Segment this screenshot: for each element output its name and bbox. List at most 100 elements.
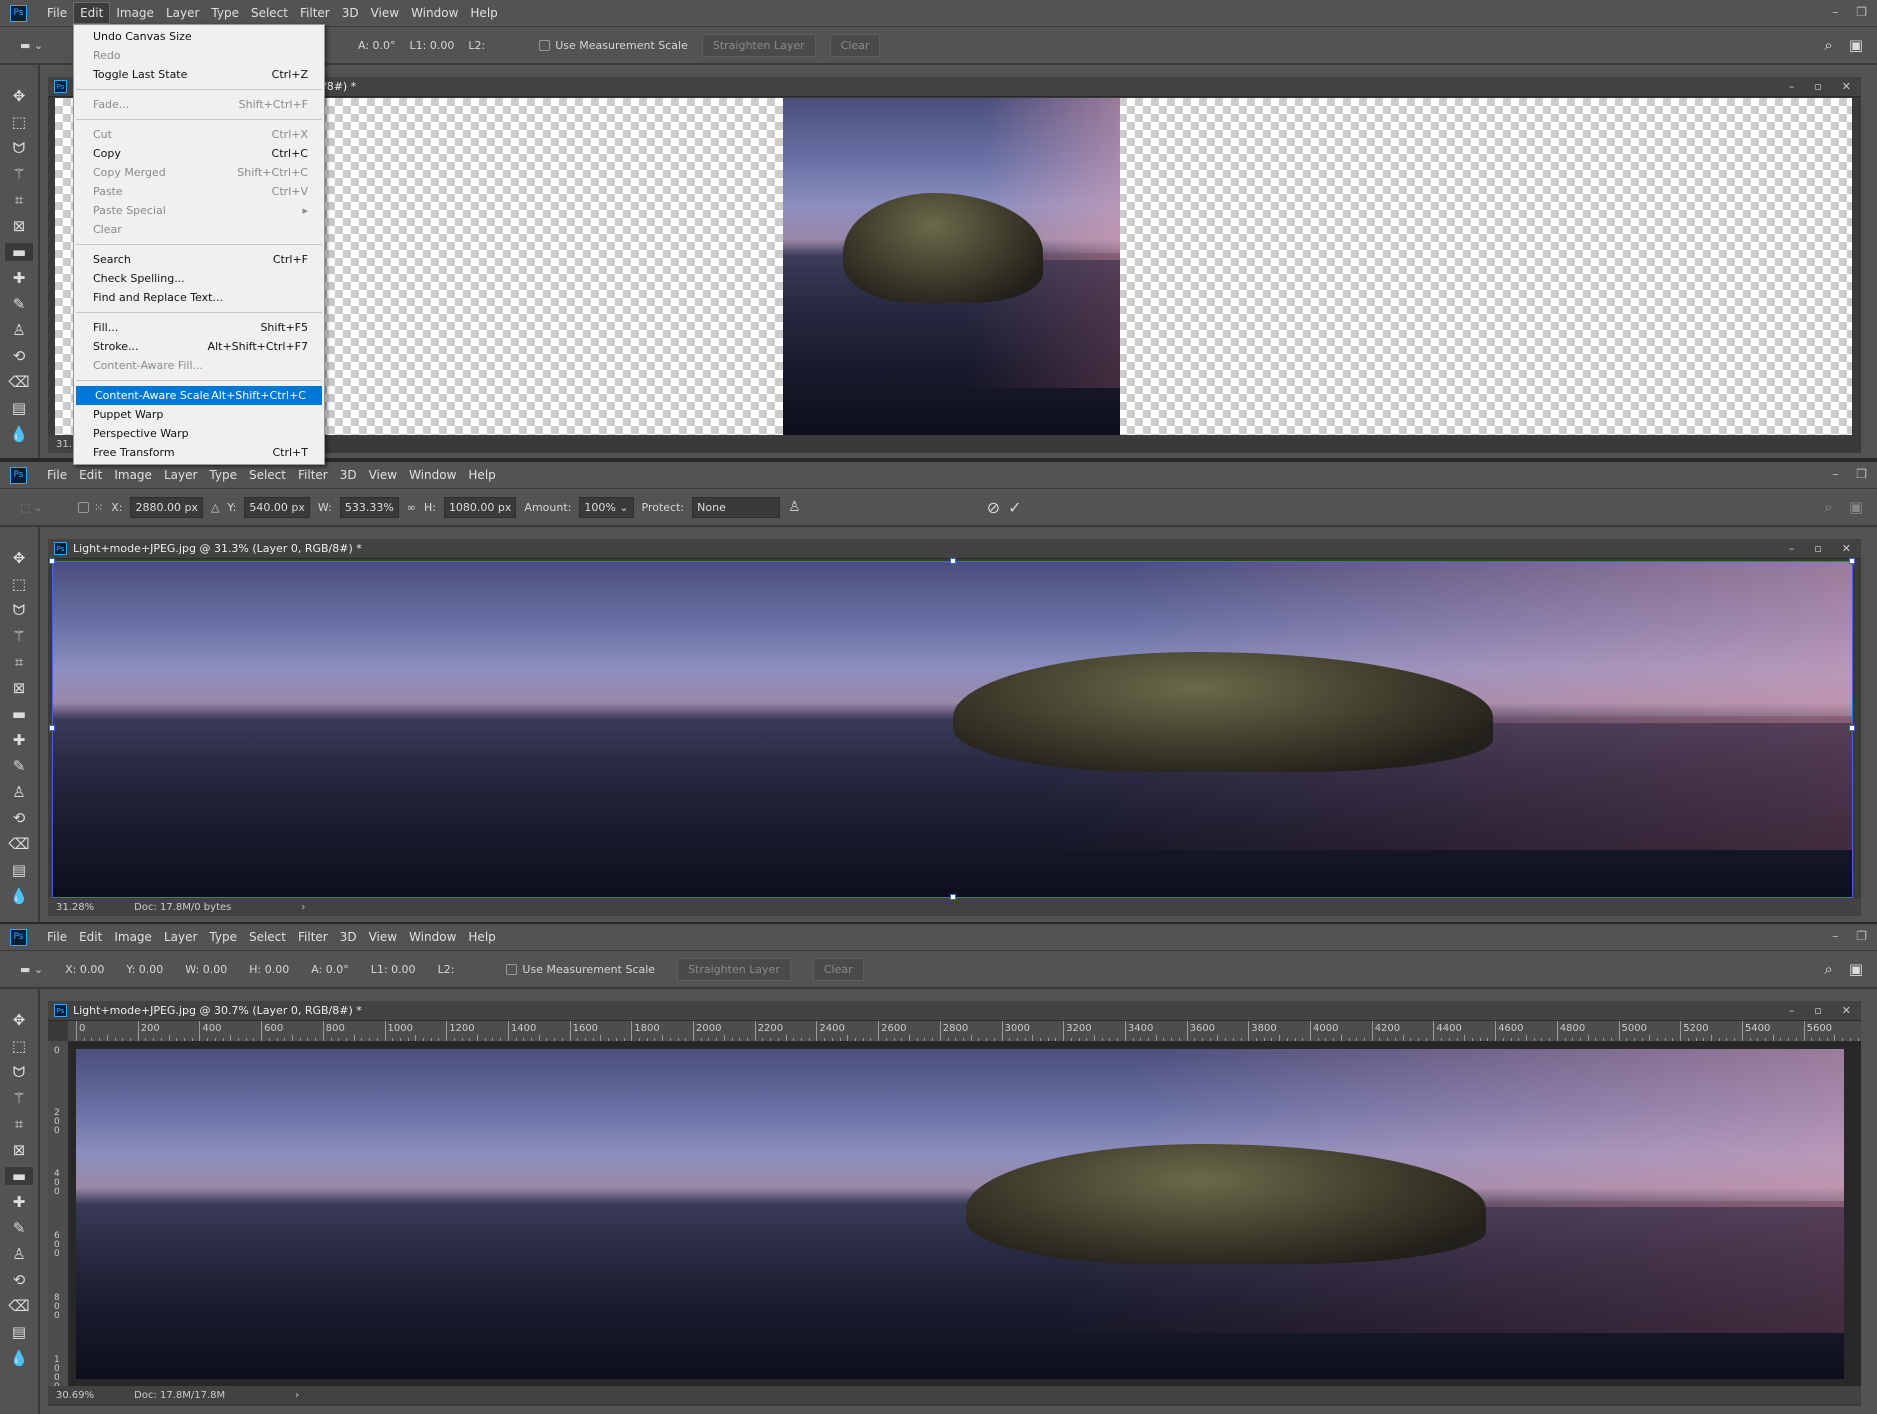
workspace-icon[interactable]: ▣ — [1849, 960, 1863, 978]
menu-type[interactable]: Type — [203, 927, 243, 947]
link-icon[interactable]: ∞ — [407, 501, 416, 514]
menu-select[interactable]: Select — [243, 927, 292, 947]
menu-layer[interactable]: Layer — [158, 927, 203, 947]
brush-tool-icon[interactable]: ✎ — [5, 757, 33, 775]
use-measurement-scale-checkbox[interactable]: Use Measurement Scale — [506, 963, 655, 976]
menu-item-copy-merged[interactable]: Copy Merged Shift+Ctrl+C — [74, 163, 324, 182]
maximize-icon[interactable]: ▫ — [1814, 542, 1821, 555]
lasso-tool-icon[interactable]: ᗢ — [5, 601, 33, 619]
healing-tool-icon[interactable]: ✚ — [5, 1193, 33, 1211]
transform-tool-icon[interactable]: ⬚ ⌄ — [20, 501, 70, 514]
menu-help[interactable]: Help — [462, 465, 501, 485]
ruler-tool-icon[interactable]: ▬ ⌄ — [20, 39, 60, 52]
cancel-transform-icon[interactable]: ⊘ — [987, 498, 1000, 517]
x-field[interactable]: 2880.00 px — [130, 496, 203, 518]
move-tool-icon[interactable]: ✥ — [5, 1011, 33, 1029]
menu-type[interactable]: Type — [203, 465, 243, 485]
stamp-tool-icon[interactable]: ♙ — [5, 321, 33, 339]
menu-item-puppet-warp[interactable]: Puppet Warp — [74, 405, 324, 424]
transform-handle[interactable] — [950, 894, 956, 900]
marquee-tool-icon[interactable]: ⬚ — [5, 113, 33, 131]
status-arrow-icon[interactable]: › — [295, 1390, 299, 1401]
width-field[interactable]: 533.33% — [339, 496, 399, 518]
blur-tool-icon[interactable]: 💧 — [5, 887, 33, 905]
eraser-tool-icon[interactable]: ⌫ — [5, 373, 33, 391]
menu-item-clear[interactable]: Clear — [74, 220, 324, 239]
menu-item-search[interactable]: Search Ctrl+F — [74, 250, 324, 269]
menu-filter[interactable]: Filter — [292, 465, 334, 485]
minimize-icon[interactable]: – — [1832, 929, 1838, 943]
ruler-tool-icon[interactable]: ▬ — [5, 705, 33, 723]
menu-item-find-and-replace-text[interactable]: Find and Replace Text... — [74, 288, 324, 307]
magic-wand-tool-icon[interactable]: ⚚ — [5, 627, 33, 645]
y-field[interactable]: 540.00 px — [244, 496, 310, 518]
transform-handle[interactable] — [950, 558, 956, 564]
menu-item-paste[interactable]: Paste Ctrl+V — [74, 182, 324, 201]
menu-filter[interactable]: Filter — [294, 3, 336, 23]
gradient-tool-icon[interactable]: ▤ — [5, 399, 33, 417]
menu-select[interactable]: Select — [243, 465, 292, 485]
amount-field[interactable]: 100% ⌄ — [579, 496, 634, 518]
zoom-level[interactable]: 30.69% — [56, 1390, 94, 1401]
menu-window[interactable]: Window — [403, 927, 462, 947]
frame-tool-icon[interactable]: ⊠ — [5, 217, 33, 235]
close-icon[interactable]: ✕ — [1842, 1004, 1851, 1017]
workspace-icon[interactable]: ▣ — [1849, 36, 1863, 54]
menu-item-check-spelling[interactable]: Check Spelling... — [74, 269, 324, 288]
menu-file[interactable]: File — [41, 465, 73, 485]
lasso-tool-icon[interactable]: ᗢ — [5, 139, 33, 157]
menu-item-fill[interactable]: Fill... Shift+F5 — [74, 318, 324, 337]
healing-tool-icon[interactable]: ✚ — [5, 731, 33, 749]
maximize-icon[interactable]: ▫ — [1814, 1004, 1821, 1017]
frame-tool-icon[interactable]: ⊠ — [5, 1141, 33, 1159]
menu-item-copy[interactable]: Copy Ctrl+C — [74, 144, 324, 163]
workspace-icon[interactable]: ▣ — [1849, 498, 1863, 516]
menu-layer[interactable]: Layer — [160, 3, 205, 23]
ruler-tool-icon[interactable]: ▬ — [5, 243, 33, 261]
restore-icon[interactable]: ❐ — [1856, 5, 1867, 19]
delta-icon[interactable]: △ — [211, 501, 219, 514]
menu-filter[interactable]: Filter — [292, 927, 334, 947]
menu-item-free-transform[interactable]: Free Transform Ctrl+T — [74, 443, 324, 462]
magic-wand-tool-icon[interactable]: ⚚ — [5, 1089, 33, 1107]
vertical-ruler[interactable]: 02004006008001000 — [48, 1041, 68, 1391]
lasso-tool-icon[interactable]: ᗢ — [5, 1063, 33, 1081]
menu-item-stroke[interactable]: Stroke... Alt+Shift+Ctrl+F7 — [74, 337, 324, 356]
menu-view[interactable]: View — [365, 3, 405, 23]
minimize-icon[interactable]: – — [1832, 467, 1838, 481]
menu-item-perspective-warp[interactable]: Perspective Warp — [74, 424, 324, 443]
marquee-tool-icon[interactable]: ⬚ — [5, 575, 33, 593]
menu-item-undo-canvas-size[interactable]: Undo Canvas Size — [74, 27, 324, 46]
menu-3d[interactable]: 3D — [334, 927, 363, 947]
marquee-tool-icon[interactable]: ⬚ — [5, 1037, 33, 1055]
menu-item-toggle-last-state[interactable]: Toggle Last State Ctrl+Z — [74, 65, 324, 84]
stamp-tool-icon[interactable]: ♙ — [5, 783, 33, 801]
close-icon[interactable]: ✕ — [1842, 80, 1851, 93]
eraser-tool-icon[interactable]: ⌫ — [5, 1297, 33, 1315]
history-brush-tool-icon[interactable]: ⟲ — [5, 809, 33, 827]
reference-point-checkbox[interactable]: ⁙ — [78, 501, 103, 514]
menu-view[interactable]: View — [363, 927, 403, 947]
ruler-tool-icon[interactable]: ▬ ⌄ — [20, 963, 43, 976]
close-icon[interactable]: ✕ — [1842, 542, 1851, 555]
menu-layer[interactable]: Layer — [158, 465, 203, 485]
menu-file[interactable]: File — [41, 927, 73, 947]
frame-tool-icon[interactable]: ⊠ — [5, 679, 33, 697]
stamp-tool-icon[interactable]: ♙ — [5, 1245, 33, 1263]
ruler-tool-icon[interactable]: ▬ — [5, 1167, 33, 1185]
menu-help[interactable]: Help — [464, 3, 503, 23]
gradient-tool-icon[interactable]: ▤ — [5, 1323, 33, 1341]
minimize-icon[interactable]: – — [1789, 1004, 1795, 1017]
menu-edit[interactable]: Edit — [73, 2, 111, 24]
status-arrow-icon[interactable]: › — [301, 902, 305, 913]
document-tab[interactable]: Ps Light+mode+JPEG.jpg @ 31.3% (Layer 0, … — [48, 539, 1861, 559]
eraser-tool-icon[interactable]: ⌫ — [5, 835, 33, 853]
menu-edit[interactable]: Edit — [73, 927, 108, 947]
transform-handle[interactable] — [1849, 558, 1855, 564]
menu-item-paste-special[interactable]: Paste Special ▸ — [74, 201, 324, 220]
restore-icon[interactable]: ❐ — [1856, 467, 1867, 481]
blur-tool-icon[interactable]: 💧 — [5, 425, 33, 443]
menu-image[interactable]: Image — [110, 3, 160, 23]
gradient-tool-icon[interactable]: ▤ — [5, 861, 33, 879]
menu-item-content-aware-fill[interactable]: Content-Aware Fill... — [74, 356, 324, 375]
